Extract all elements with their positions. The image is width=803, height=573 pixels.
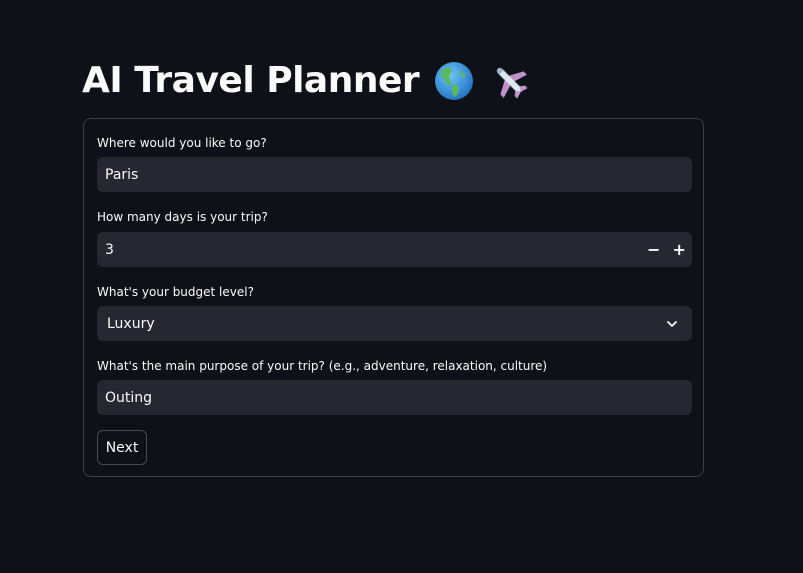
destination-input[interactable]	[105, 166, 684, 183]
airplane-icon	[489, 60, 531, 102]
globe-americas-icon	[433, 60, 475, 102]
header: AI Travel Planner	[82, 56, 531, 106]
destination-label: Where would you like to go?	[97, 136, 267, 150]
purpose-field[interactable]	[97, 380, 692, 415]
purpose-input[interactable]	[105, 389, 684, 406]
next-button[interactable]: Next	[97, 430, 147, 465]
decrement-button[interactable]: −	[641, 232, 667, 267]
destination-field[interactable]	[97, 157, 692, 192]
page-title: AI Travel Planner	[82, 60, 420, 101]
days-stepper[interactable]: − +	[97, 232, 692, 267]
purpose-label: What's the main purpose of your trip? (e…	[97, 359, 548, 373]
days-input[interactable]	[105, 241, 641, 258]
page: AI Travel Planner Where would you like t…	[0, 0, 803, 573]
budget-select[interactable]: Luxury	[97, 306, 692, 341]
trip-form: Where would you like to go? How many day…	[83, 118, 704, 477]
budget-label: What's your budget level?	[97, 285, 254, 299]
days-label: How many days is your trip?	[97, 210, 268, 224]
budget-selected-value: Luxury	[107, 315, 155, 332]
increment-button[interactable]: +	[666, 232, 692, 267]
chevron-down-icon[interactable]	[664, 316, 680, 332]
